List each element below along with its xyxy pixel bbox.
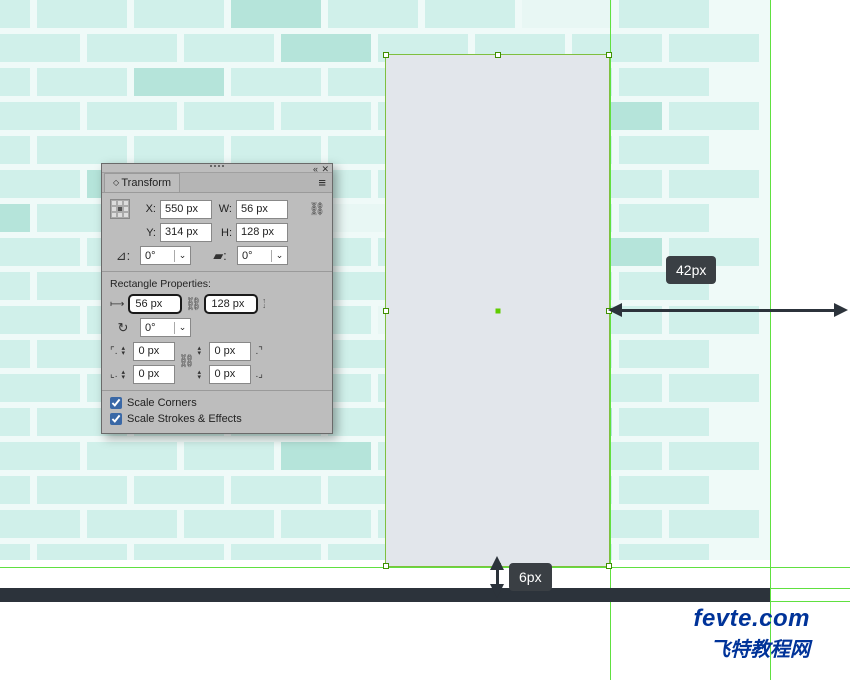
corner-br-icon: .⌟: [255, 369, 262, 380]
measure-label-bottom: 6px: [509, 563, 552, 591]
panel-tabbar: Transform ≡: [102, 173, 332, 193]
rotate-icon: ⊿:: [110, 248, 136, 264]
rect-rotate-icon: ↻: [110, 320, 136, 336]
scale-corners-checkbox[interactable]: Scale Corners: [110, 397, 324, 409]
collapse-icon[interactable]: «: [313, 164, 318, 174]
section-title: Rectangle Properties:: [110, 278, 324, 290]
scale-strokes-label: Scale Strokes & Effects: [127, 413, 242, 425]
w-field[interactable]: 56 px: [236, 200, 288, 219]
corner-tr-icon: .⌝: [255, 346, 262, 357]
handle-tr[interactable]: [606, 52, 612, 58]
corner-bl-icon: ⌞.: [110, 369, 117, 380]
handle-br[interactable]: [606, 563, 612, 569]
rect-height-field[interactable]: 128 px: [204, 294, 258, 314]
measure-arrow-vertical: [496, 570, 499, 584]
corner-tl-field[interactable]: 0 px: [133, 342, 175, 361]
rect-rotate-field[interactable]: 0°⌄: [140, 318, 191, 337]
x-field[interactable]: 550 px: [160, 200, 212, 219]
selected-rectangle[interactable]: [385, 54, 610, 567]
watermark-domain: fevte.com: [693, 605, 810, 633]
guide-vertical[interactable]: [610, 0, 611, 680]
measure-arrow-horizontal: [622, 309, 834, 312]
shear-icon: ▰:: [207, 248, 233, 264]
close-icon[interactable]: ✕: [321, 164, 329, 175]
watermark-cn: 飞特教程网: [693, 633, 810, 662]
handle-ml[interactable]: [383, 308, 389, 314]
corner-br-field[interactable]: 0 px: [209, 365, 251, 384]
handle-tc[interactable]: [495, 52, 501, 58]
rect-width-field[interactable]: 56 px: [128, 294, 182, 314]
height-icon: ↑↓: [262, 299, 270, 309]
y-label: Y:: [140, 227, 156, 239]
guide-horizontal[interactable]: [0, 567, 850, 568]
scale-corners-label: Scale Corners: [127, 397, 197, 409]
ground-stripe: [0, 588, 770, 602]
transform-panel[interactable]: « ✕ Transform ≡ X: 550 px W: 56 px: [101, 163, 333, 434]
corner-tl-icon: ⌜.: [110, 346, 117, 357]
rotate-field[interactable]: 0°⌄: [140, 246, 191, 265]
link-wh-icon[interactable]: ⛓: [186, 294, 200, 314]
measure-label-right: 42px: [666, 256, 716, 284]
tab-transform[interactable]: Transform: [104, 173, 180, 192]
shear-field[interactable]: 0°⌄: [237, 246, 288, 265]
corner-tr-field[interactable]: 0 px: [209, 342, 251, 361]
panel-grip[interactable]: « ✕: [102, 164, 332, 173]
y-field[interactable]: 314 px: [160, 223, 212, 242]
constrain-wh-icon[interactable]: ⛓: [310, 199, 324, 219]
w-label: W:: [216, 203, 232, 215]
h-field[interactable]: 128 px: [236, 223, 288, 242]
h-label: H:: [216, 227, 232, 239]
x-label: X:: [140, 203, 156, 215]
link-corners-icon[interactable]: ⛓: [179, 351, 193, 371]
corner-bl-field[interactable]: 0 px: [133, 365, 175, 384]
handle-tl[interactable]: [383, 52, 389, 58]
reference-point-selector[interactable]: [110, 199, 130, 219]
watermark: fevte.com 飞特教程网: [693, 605, 810, 662]
width-icon: ⟼: [110, 299, 124, 310]
scale-strokes-checkbox[interactable]: Scale Strokes & Effects: [110, 413, 324, 425]
panel-menu-icon[interactable]: ≡: [318, 175, 326, 190]
artboard[interactable]: // brick rows generated for visual appro…: [0, 0, 850, 680]
center-point-icon: [495, 308, 500, 313]
handle-bl[interactable]: [383, 563, 389, 569]
guide-vertical[interactable]: [770, 0, 771, 680]
